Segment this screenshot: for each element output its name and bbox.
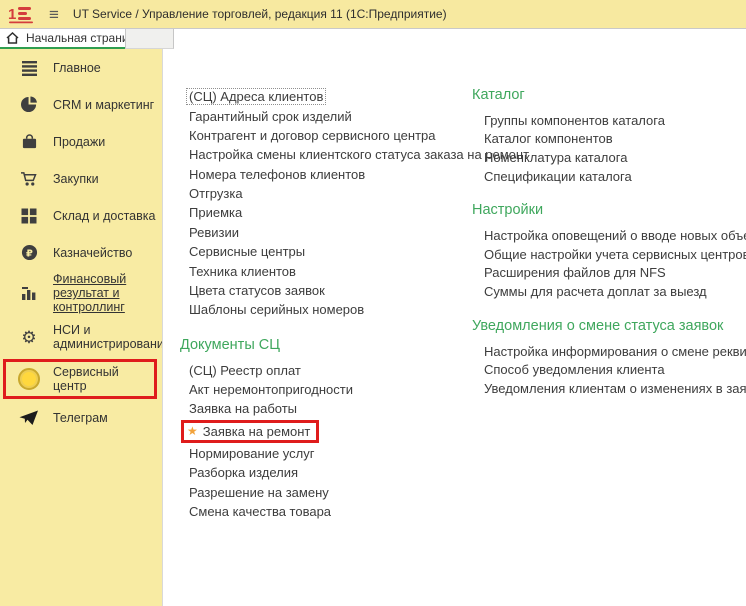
command-link[interactable]: Группы компонентов каталога [484,111,746,130]
cart-icon [18,168,40,190]
sidebar-nav: Главное CRM и маркетинг Продажи Закупки … [0,49,163,606]
main-menu-icon [18,57,40,79]
command-link[interactable]: Способ уведомления клиента [484,360,746,379]
command-link[interactable]: Настройка оповещений о вводе новых объек… [484,226,746,245]
command-link[interactable]: Цвета статусов заявок [189,281,472,300]
paper-plane-icon [18,407,40,429]
app-body: Главное CRM и маркетинг Продажи Закупки … [0,49,746,606]
command-section: (СЦ) Адреса клиентовГарантийный срок изд… [180,87,472,320]
svg-text:1: 1 [8,6,16,23]
coin-icon [18,368,40,390]
sidebar-item[interactable]: Главное [0,49,162,86]
command-section: Документы СЦ (СЦ) Реестр оплатАкт неремо… [180,337,472,522]
command-link[interactable]: Расширения файлов для NFS [484,264,746,283]
command-link[interactable]: Настройка смены клиентского статуса зака… [189,145,472,164]
sidebar-item[interactable]: Склад и доставка [0,197,162,234]
command-section: Каталог Группы компонентов каталогаКатал… [472,87,746,185]
pie-chart-icon [18,94,40,116]
command-link[interactable]: Отгрузка [189,184,472,203]
briefcase-icon [18,131,40,153]
command-link[interactable]: Техника клиентов [189,261,472,280]
section-items: Группы компонентов каталогаКаталог компо… [472,111,746,185]
command-link[interactable]: Спецификации каталога [484,167,746,186]
titlebar: 1 ≡ UT Service / Управление торговлей, р… [0,0,746,29]
app-title: UT Service / Управление торговлей, редак… [73,7,447,21]
section-items: Настройка оповещений о вводе новых объек… [472,226,746,300]
command-link[interactable]: Смена качества товара [189,502,472,521]
section-items: (СЦ) Адреса клиентовГарантийный срок изд… [180,87,472,320]
section-items: (СЦ) Реестр оплатАкт неремонтопригодност… [180,361,472,522]
content-column-1: (СЦ) Адреса клиентовГарантийный срок изд… [180,49,472,521]
grid-icon [18,205,40,227]
svg-text:₽: ₽ [26,248,33,259]
command-link[interactable]: Акт неремонтопригодности [189,380,472,399]
sidebar-item[interactable]: ₽ Казначейство [0,234,162,271]
ruble-icon: ₽ [18,242,40,264]
command-link[interactable]: Уведомления клиентам о изменениях в заяв… [484,379,746,398]
sidebar-item[interactable]: Финансовый результат и контроллинг [0,271,162,315]
command-link[interactable]: Общие настройки учета сервисных центров [484,245,746,264]
command-link[interactable]: Приемка [189,203,472,222]
command-link[interactable]: Заявка на работы [189,399,472,418]
sidebar-item[interactable]: Закупки [0,160,162,197]
section-header: Документы СЦ [180,337,472,353]
sidebar-item[interactable]: Телеграм [0,399,162,436]
sidebar-item[interactable]: CRM и маркетинг [0,86,162,123]
command-link[interactable]: Ревизии [189,223,472,242]
sidebar-item[interactable]: ⚙ НСИ и администрирование [0,315,162,359]
content-area: (СЦ) Адреса клиентовГарантийный срок изд… [163,49,746,606]
command-link[interactable]: (СЦ) Реестр оплат [189,361,472,380]
bar-chart-icon [18,282,40,304]
command-link[interactable]: ★Заявка на ремонт [181,420,319,443]
star-icon: ★ [187,425,198,437]
sidebar-item[interactable]: Продажи [0,123,162,160]
command-link[interactable]: Номенклатура каталога [484,148,746,167]
command-link[interactable]: Гарантийный срок изделий [189,106,472,125]
1c-logo-icon: 1 [8,5,35,24]
command-link[interactable]: (СЦ) Адреса клиентов [189,87,472,106]
content-column-2: Каталог Группы компонентов каталогаКатал… [472,49,746,398]
command-link[interactable]: Каталог компонентов [484,130,746,149]
command-link[interactable]: Суммы для расчета доплат за выезд [484,282,746,301]
command-link[interactable]: Нормирование услуг [189,444,472,463]
command-link[interactable]: Разборка изделия [189,463,472,482]
gear-icon: ⚙ [18,326,40,348]
tabbar-empty-stub [125,29,174,49]
command-link[interactable]: Сервисные центры [189,242,472,261]
sidebar-item[interactable]: Сервисный центр [3,359,157,399]
command-link[interactable]: Настройка информирования о смене реквизи… [484,342,746,361]
tab-home[interactable]: Начальная страница [0,29,125,49]
command-link[interactable]: Контрагент и договор сервисного центра [189,126,472,145]
section-header: Уведомления о смене статуса заявок [472,318,746,334]
tabbar: Начальная страница [0,29,746,49]
home-icon [6,32,19,44]
command-link[interactable]: Разрешение на замену [189,482,472,501]
command-section: Настройки Настройка оповещений о вводе н… [472,202,746,300]
section-items: Настройка информирования о смене реквизи… [472,342,746,398]
section-header: Каталог [472,87,746,103]
section-header: Настройки [472,202,746,218]
command-link[interactable]: Шаблоны серийных номеров [189,300,472,319]
main-menu-hamburger-icon[interactable]: ≡ [49,6,59,23]
command-link[interactable]: Номера телефонов клиентов [189,165,472,184]
command-section: Уведомления о смене статуса заявок Настр… [472,318,746,398]
